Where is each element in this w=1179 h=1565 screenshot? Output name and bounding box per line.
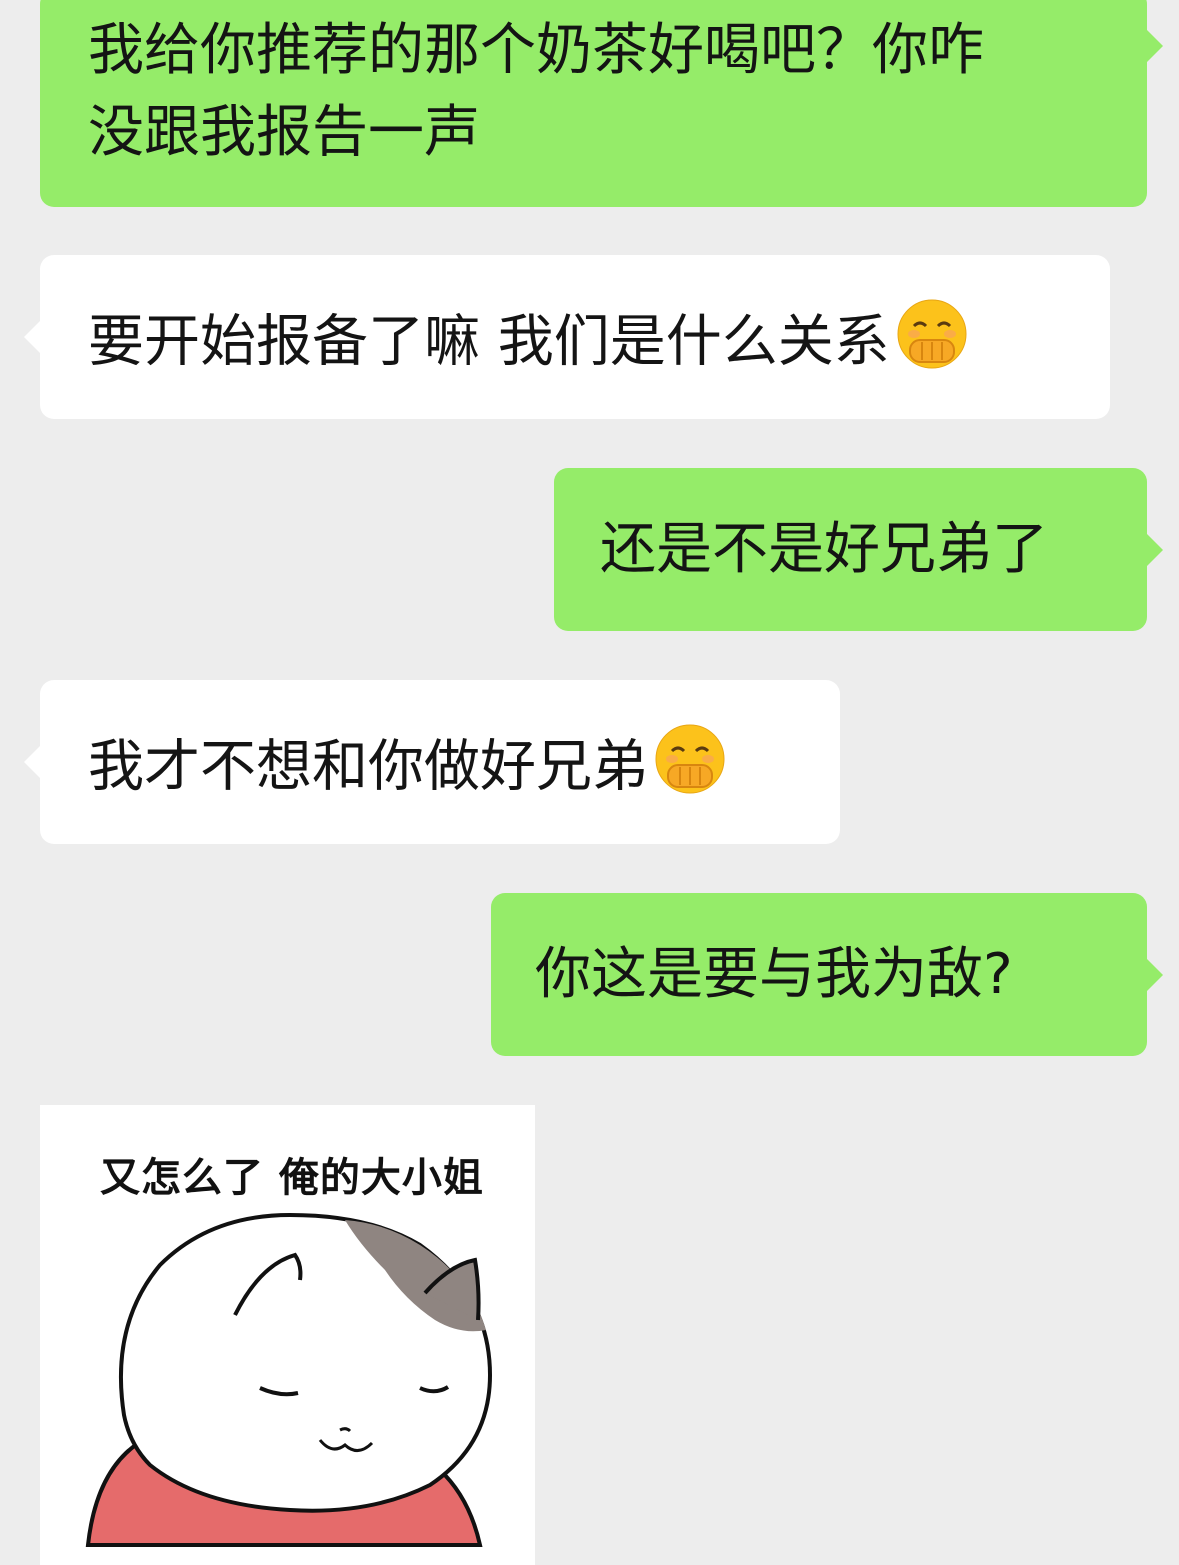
bubble-tail [24,746,40,778]
cat-meme-sticker[interactable]: 又怎么了 俺的大小姐 [40,1105,535,1565]
message-text: 要开始报备了嘛 我们是什么关系 [88,296,970,395]
bubble-tail [1147,959,1163,991]
message-label: 要开始报备了嘛 我们是什么关系 [88,309,890,375]
message-bubble-received[interactable]: 要开始报备了嘛 我们是什么关系 [24,255,1110,419]
hand-over-mouth-emoji [894,296,970,395]
bubble-tail [24,321,40,353]
cat-drawing [85,1212,493,1547]
message-bubble-sent[interactable]: 你这是要与我为敌? [491,893,1163,1056]
bubble-tail [1147,534,1163,566]
message-label: 我才不想和你做好兄弟 [88,734,648,800]
message-bubble-sent[interactable]: 还是不是好兄弟了 [554,468,1163,631]
bubble-tail [1147,30,1163,62]
message-text: 你这是要与我为敌? [535,942,1013,1007]
message-bubble-sent[interactable]: 我给你推荐的那个奶茶好喝吧？你咋 没跟我报告一声 [40,0,1163,207]
message-text: 还是不是好兄弟了 [600,517,1048,582]
message-bubble-received[interactable]: 我才不想和你做好兄弟 [24,680,840,844]
hand-over-mouth-emoji [652,721,728,820]
message-text: 我给你推荐的那个奶茶好喝吧？你咋 没跟我报告一声 [88,10,984,174]
message-line: 我给你推荐的那个奶茶好喝吧？你咋 [88,18,984,83]
message-text: 我才不想和你做好兄弟 [88,721,728,820]
message-line: 没跟我报告一声 [88,100,480,165]
